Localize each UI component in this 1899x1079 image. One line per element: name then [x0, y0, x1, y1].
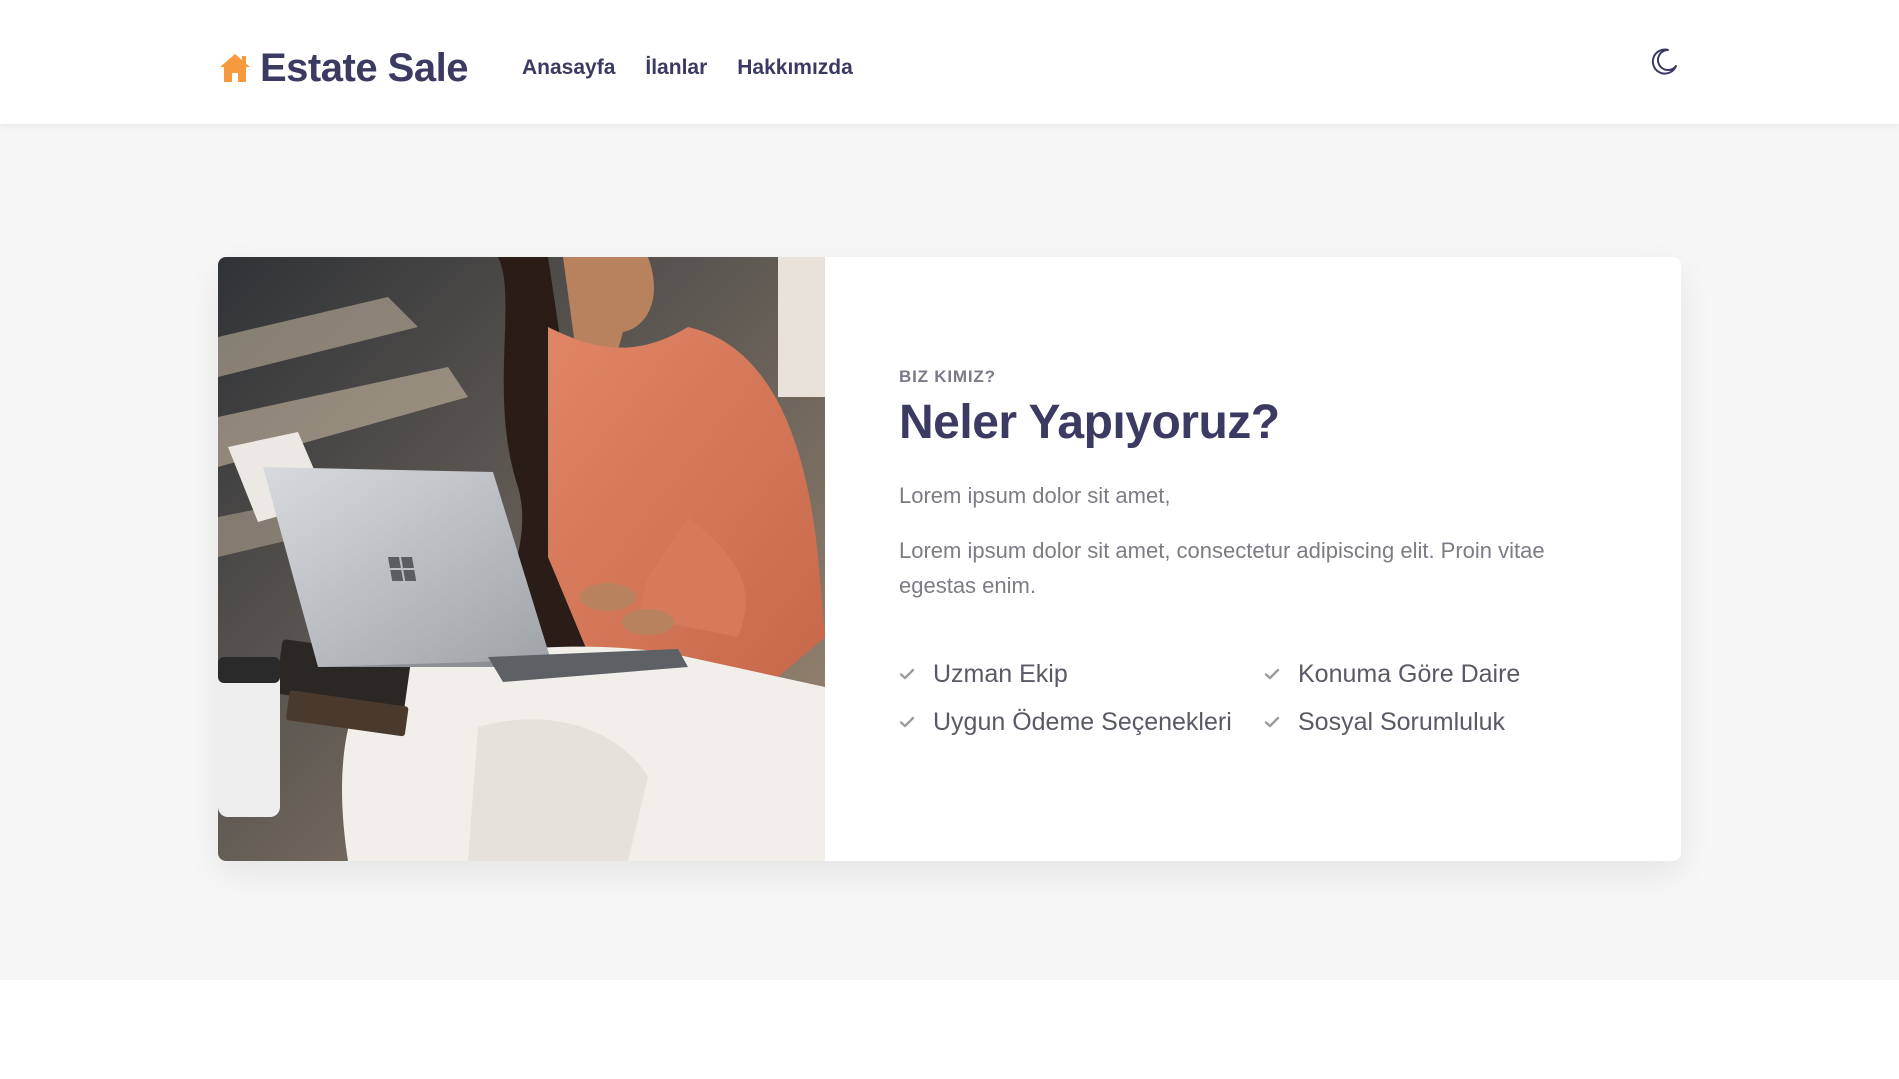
site-header: Estate Sale Anasayfa İlanlar Hakkımızda [0, 0, 1899, 124]
section-eyebrow: BIZ KIMIZ? [899, 367, 996, 386]
nav-link-anasayfa[interactable]: Anasayfa [522, 55, 615, 81]
nav-link-ilanlar[interactable]: İlanlar [645, 55, 707, 81]
about-content: BIZ KIMIZ? Neler Yapıyoruz? Lorem ipsum … [899, 257, 1639, 861]
feature-item: Uygun Ödeme Seçenekleri [899, 705, 1264, 739]
check-icon [899, 714, 915, 730]
feature-label: Uzman Ekip [933, 659, 1068, 688]
about-section: BIZ KIMIZ? Neler Yapıyoruz? Lorem ipsum … [0, 124, 1899, 980]
check-icon [1264, 714, 1280, 730]
check-icon [1264, 666, 1280, 682]
description-paragraph: Lorem ipsum dolor sit amet, consectetur … [899, 538, 1545, 598]
moon-icon [1651, 48, 1677, 75]
woman-with-laptop-photo [218, 257, 825, 861]
feature-item: Konuma Göre Daire [1264, 657, 1639, 691]
feature-label: Sosyal Sorumluluk [1298, 707, 1506, 736]
home-icon [218, 52, 252, 84]
nav-link-hakkimizda[interactable]: Hakkımızda [737, 55, 853, 81]
check-icon [899, 666, 915, 682]
about-card: BIZ KIMIZ? Neler Yapıyoruz? Lorem ipsum … [218, 257, 1681, 861]
theme-toggle-button[interactable] [1648, 46, 1680, 78]
intro-paragraph: Lorem ipsum dolor sit amet, [899, 483, 1171, 508]
feature-item: Sosyal Sorumluluk [1264, 705, 1639, 739]
feature-list: Uzman Ekip Konuma Göre Daire Uygun Ödeme… [899, 657, 1639, 739]
feature-item: Uzman Ekip [899, 657, 1264, 691]
feature-label: Uygun Ödeme Seçenekleri [933, 707, 1232, 736]
brand-name: Estate Sale [260, 46, 468, 90]
feature-label: Konuma Göre Daire [1298, 659, 1521, 688]
main-nav: Anasayfa İlanlar Hakkımızda [522, 55, 853, 81]
brand-logo[interactable]: Estate Sale [218, 44, 468, 92]
section-title: Neler Yapıyoruz? [899, 396, 1280, 449]
